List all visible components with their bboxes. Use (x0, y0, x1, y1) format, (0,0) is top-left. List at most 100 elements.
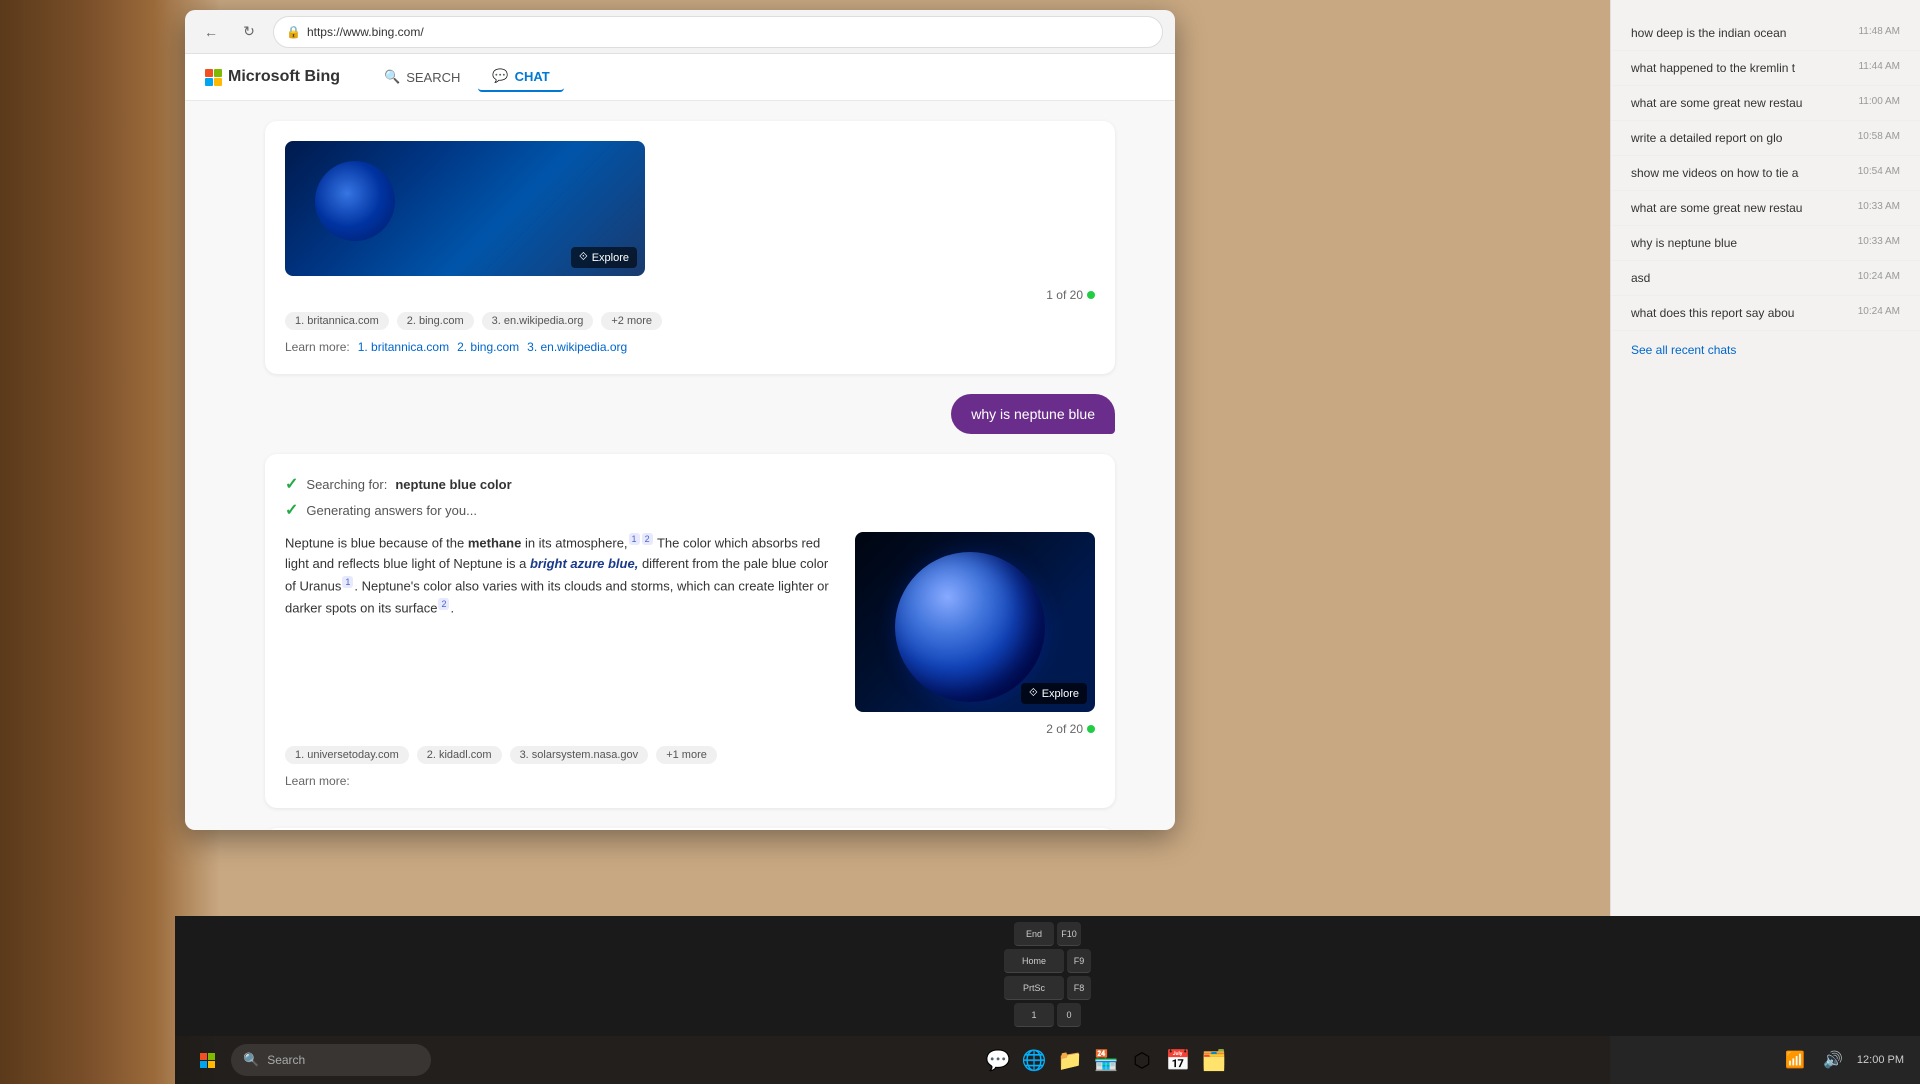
chat-time-7: 10:33 AM (1858, 236, 1900, 247)
resp-text-1: Neptune is blue because of the (285, 535, 468, 550)
taskbar: 🔍 Search 💬 🌐 📁 🏪 ⬡ 📅 🗂️ 📶 🔊 12:00 PM (175, 1036, 1920, 1084)
key-prtsc[interactable]: PrtSc (1004, 976, 1064, 1000)
taskbar-search-icon: 🔍 (243, 1052, 259, 1068)
taskbar-explorer[interactable]: 📁 (1054, 1044, 1086, 1076)
tab-chat[interactable]: 💬 CHAT (478, 62, 563, 92)
source2-pill-1[interactable]: 1. universetoday.com (285, 746, 409, 764)
sup-1: 1 (629, 533, 640, 545)
learn-link-1[interactable]: 1. britannica.com (358, 340, 449, 354)
chat-icon: 💬 (492, 68, 508, 84)
source2-pill-more[interactable]: +1 more (656, 746, 717, 764)
back-button[interactable]: ← (197, 18, 225, 46)
check-icon-1: ✓ (285, 474, 298, 494)
taskbar-calendar[interactable]: 📅 (1162, 1044, 1194, 1076)
source-pill-more[interactable]: +2 more (601, 312, 662, 330)
response-text: Neptune is blue because of the methane i… (285, 532, 839, 712)
refresh-button[interactable]: ↻ (235, 18, 263, 46)
explore-button-1[interactable]: ⟐ Explore (571, 247, 637, 268)
user-message: why is neptune blue (951, 394, 1115, 434)
url-text: https://www.bing.com/ (307, 25, 424, 39)
windows-start-button[interactable] (191, 1044, 223, 1076)
methane-bold: methane (468, 535, 521, 550)
recent-chat-8[interactable]: asd 10:24 AM (1611, 261, 1920, 296)
generating-line: ✓ Generating answers for you... (285, 500, 1095, 520)
bing-header: Microsoft Bing 🔍 SEARCH 💬 CHAT (185, 54, 1175, 101)
learn-link-2[interactable]: 2. bing.com (457, 340, 519, 354)
message-counter-2: 2 of 20 (285, 722, 1095, 736)
sup-3: 1 (342, 576, 353, 588)
learn-more-row-1: Learn more: 1. britannica.com 2. bing.co… (285, 340, 1095, 354)
bing-logo: Microsoft Bing (205, 68, 340, 86)
see-all-chats[interactable]: See all recent chats (1611, 331, 1920, 369)
chat-text-3: what are some great new restau (1631, 96, 1831, 110)
keyboard-row-2: Home F9 (183, 949, 1912, 973)
chat-time-3: 11:00 AM (1858, 96, 1900, 107)
taskbar-files[interactable]: 🗂️ (1198, 1044, 1230, 1076)
first-response-block: ⟐ Explore 1 of 20 1. britannica.com 2. b… (265, 121, 1115, 374)
neptune-sphere (895, 552, 1045, 702)
key-f10[interactable]: F10 (1057, 922, 1081, 946)
green-dot-2 (1087, 725, 1095, 733)
key-end[interactable]: End (1014, 922, 1054, 946)
recent-chat-5[interactable]: show me videos on how to tie a 10:54 AM (1611, 156, 1920, 191)
recent-chat-9[interactable]: what does this report say abou 10:24 AM (1611, 296, 1920, 331)
azure-bold: bright azure blue, (530, 556, 638, 571)
keyboard-row-4: 1 0 (183, 1003, 1912, 1027)
chat-time-8: 10:24 AM (1858, 271, 1900, 282)
keyboard-row-1: End F10 (183, 922, 1912, 946)
taskbar-right: 📶 🔊 12:00 PM (1781, 1046, 1904, 1074)
taskbar-copilot[interactable]: ⬡ (1126, 1044, 1158, 1076)
address-bar[interactable]: 🔒 https://www.bing.com/ (273, 16, 1163, 48)
key-f9[interactable]: F9 (1067, 949, 1091, 973)
learn-more-label-2: Learn more: (285, 774, 350, 788)
taskbar-store[interactable]: 🏪 (1090, 1044, 1122, 1076)
source-pill-2[interactable]: 2. bing.com (397, 312, 474, 330)
chat-time-9: 10:24 AM (1858, 306, 1900, 317)
chat-time-4: 10:58 AM (1858, 131, 1900, 142)
recent-chat-3[interactable]: what are some great new restau 11:00 AM (1611, 86, 1920, 121)
key-home[interactable]: Home (1004, 949, 1064, 973)
user-message-wrapper: why is neptune blue (265, 394, 1115, 434)
chat-text-1: how deep is the indian ocean (1631, 26, 1831, 40)
recent-chat-7[interactable]: why is neptune blue 10:33 AM (1611, 226, 1920, 261)
taskbar-center: 💬 🌐 📁 🏪 ⬡ 📅 🗂️ (982, 1044, 1230, 1076)
key-f8[interactable]: F8 (1067, 976, 1091, 1000)
taskbar-edge[interactable]: 🌐 (1018, 1044, 1050, 1076)
browser-content: Microsoft Bing 🔍 SEARCH 💬 CHAT (185, 54, 1175, 830)
learn-link-3[interactable]: 3. en.wikipedia.org (527, 340, 627, 354)
key-0[interactable]: 0 (1057, 1003, 1081, 1027)
explore-icon-2: ⟐ (1029, 687, 1038, 700)
source-pill-1[interactable]: 1. britannica.com (285, 312, 389, 330)
source-links-1: 1. britannica.com 2. bing.com 3. en.wiki… (285, 312, 1095, 330)
recent-chat-4[interactable]: write a detailed report on glo 10:58 AM (1611, 121, 1920, 156)
taskbar-search[interactable]: 🔍 Search (231, 1044, 431, 1076)
recent-chat-6[interactable]: what are some great new restau 10:33 AM (1611, 191, 1920, 226)
windows-logo (200, 1053, 215, 1068)
searching-line: ✓ Searching for: neptune blue color (285, 474, 1095, 494)
response-content-row: Neptune is blue because of the methane i… (285, 532, 1095, 712)
recent-chat-2[interactable]: what happened to the kremlin t 11:44 AM (1611, 51, 1920, 86)
key-1[interactable]: 1 (1014, 1003, 1054, 1027)
sup-2: 2 (642, 533, 653, 545)
taskbar-clock: 12:00 PM (1857, 1054, 1904, 1066)
chat-text-4: write a detailed report on glo (1631, 131, 1831, 145)
taskbar-network[interactable]: 📶 (1781, 1046, 1809, 1074)
source-pill-3[interactable]: 3. en.wikipedia.org (482, 312, 594, 330)
check-icon-2: ✓ (285, 500, 298, 520)
first-response-image: ⟐ Explore (285, 141, 645, 276)
sup-4: 2 (438, 598, 449, 610)
browser-topbar: ← ↻ 🔒 https://www.bing.com/ (185, 10, 1175, 54)
tab-search[interactable]: 🔍 SEARCH (370, 63, 474, 91)
source2-pill-2[interactable]: 2. kidadl.com (417, 746, 502, 764)
chat-time-1: 11:48 AM (1858, 26, 1900, 37)
chat-area: ⟐ Explore 1 of 20 1. britannica.com 2. b… (185, 101, 1175, 830)
chat-time-5: 10:54 AM (1858, 166, 1900, 177)
taskbar-volume[interactable]: 🔊 (1819, 1046, 1847, 1074)
chat-text-6: what are some great new restau (1631, 201, 1831, 215)
recent-chat-1[interactable]: how deep is the indian ocean 11:48 AM (1611, 16, 1920, 51)
search-term: neptune blue color (395, 477, 511, 492)
taskbar-teams[interactable]: 💬 (982, 1044, 1014, 1076)
explore-button-2[interactable]: ⟐ Explore (1021, 683, 1087, 704)
explore-icon-1: ⟐ (579, 251, 588, 264)
source2-pill-3[interactable]: 3. solarsystem.nasa.gov (510, 746, 649, 764)
